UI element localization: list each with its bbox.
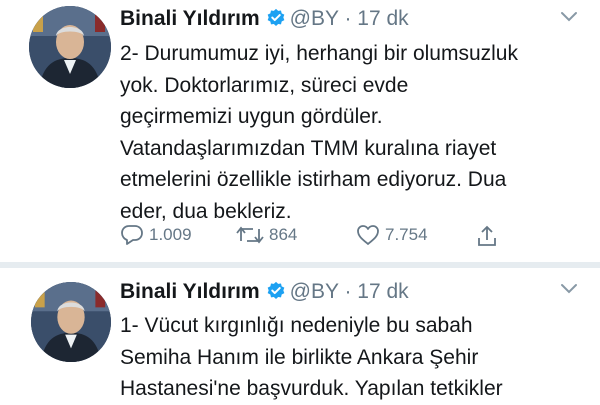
chevron-down-icon[interactable] <box>560 10 578 28</box>
tweet-text: 1- Vücut kırgınlığı nedeniyle bu sabah S… <box>120 310 590 405</box>
like-icon <box>356 224 380 246</box>
avatar[interactable] <box>29 6 111 88</box>
reply-count: 1.009 <box>149 225 192 244</box>
author-name[interactable]: Binali Yıldırım <box>120 7 260 30</box>
tweet-line: Vatandaşlarımızdan TMM kuralına riayet <box>120 136 497 160</box>
retweet-icon <box>236 224 264 246</box>
tweet-2[interactable]: Binali Yıldırım @BY · 17 dk 1- Vücut kırg… <box>0 268 600 400</box>
retweet-button[interactable]: 864 <box>236 224 297 246</box>
header-separator: · <box>344 280 352 303</box>
avatar[interactable] <box>31 282 111 362</box>
tweet-text: 2- Durumumuz iyi, herhangi bir olumsuzlu… <box>120 38 590 227</box>
reply-button[interactable]: 1.009 <box>120 224 192 246</box>
tweet-line: eder, dua bekleriz. <box>120 199 292 223</box>
tweet-header: Binali Yıldırım @BY · 17 dk <box>120 280 409 307</box>
author-handle[interactable]: @BY <box>290 7 339 30</box>
share-icon <box>476 224 498 248</box>
tweet-actions: 1.009 864 7.754 <box>120 224 520 250</box>
reply-icon <box>120 224 144 246</box>
tweet-line: Semiha Hanım ile birlikte Ankara Şehir <box>120 345 479 369</box>
author-name[interactable]: Binali Yıldırım <box>120 280 260 303</box>
share-button[interactable] <box>476 224 498 248</box>
like-count: 7.754 <box>385 225 428 244</box>
tweet-line: yok. Doktorlarımız, süreci evde <box>120 73 409 97</box>
tweet-line: etmelerini özellikle istirham ediyoruz. … <box>120 168 507 191</box>
tweet-time[interactable]: 17 dk <box>357 7 408 30</box>
tweet-header: Binali Yıldırım @BY · 17 dk <box>120 7 409 34</box>
verified-badge-icon <box>266 281 286 307</box>
retweet-count: 864 <box>269 225 298 244</box>
verified-badge-icon <box>266 8 286 34</box>
author-handle[interactable]: @BY <box>290 280 339 303</box>
header-separator: · <box>344 7 352 30</box>
tweet-line: 2- Durumumuz iyi, herhangi bir olumsuzlu… <box>120 42 518 65</box>
tweet-1[interactable]: Binali Yıldırım @BY · 17 dk 2- Durumumuz … <box>0 0 600 262</box>
tweet-time[interactable]: 17 dk <box>357 280 408 303</box>
chevron-down-icon[interactable] <box>560 282 578 300</box>
tweet-line: geçirmemizi uygun gördüler. <box>120 105 383 128</box>
like-button[interactable]: 7.754 <box>356 224 428 246</box>
tweet-line: 1- Vücut kırgınlığı nedeniyle bu sabah <box>120 314 473 337</box>
